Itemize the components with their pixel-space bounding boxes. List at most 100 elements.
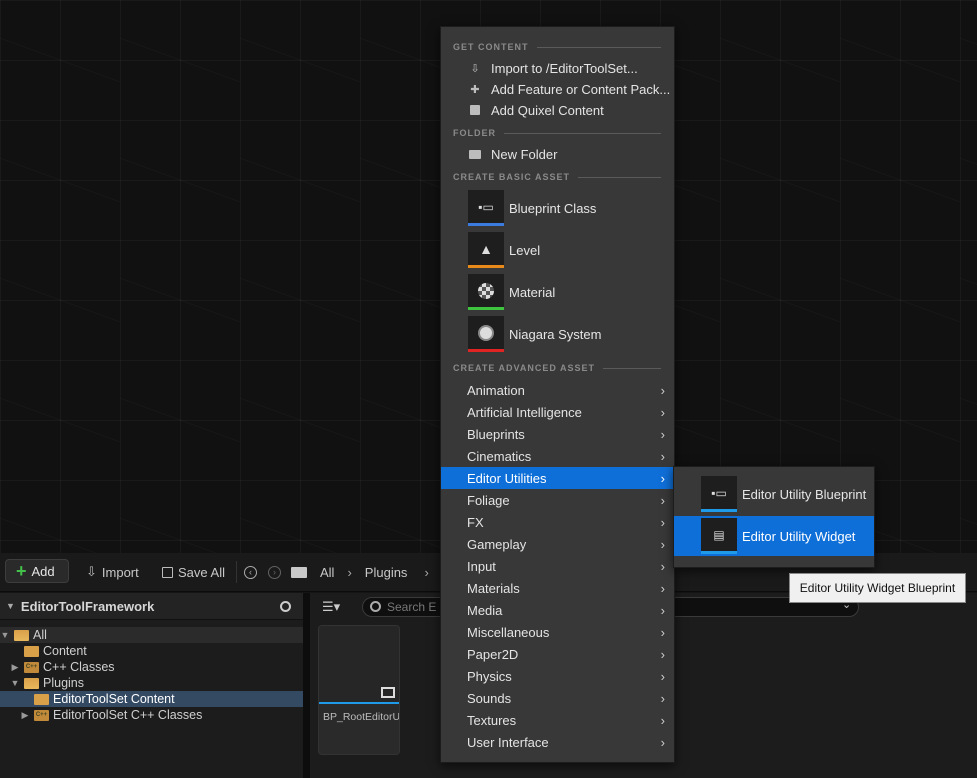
menu-item-editor-utilities[interactable]: Editor Utilities › [441,467,674,489]
save-all-button[interactable]: Save All [162,562,225,582]
menu-item-user-interface[interactable]: User Interface › [441,731,674,753]
history-back-button[interactable]: ‹ [244,562,257,582]
add-context-menu: GET CONTENT ⇩ Import to /EditorToolSet..… [440,26,675,763]
expand-arrow-icon: ▶ [11,661,19,672]
menu-item-label: Blueprint Class [509,200,597,216]
project-title: EditorToolFramework [20,598,155,614]
search-placeholder: Search E [387,600,437,614]
niagara-icon [468,316,504,352]
chevron-right-icon: › [660,536,665,552]
menu-item-add-quixel[interactable]: Add Quixel Content [441,99,674,121]
menu-item-textures[interactable]: Textures › [441,709,674,731]
asset-thumbnail [319,626,399,704]
panel-splitter[interactable] [303,593,310,778]
tree-item-label: EditorToolSet C++ Classes [53,708,203,722]
feature-pack-icon: ✚ [470,83,480,96]
menu-item-physics[interactable]: Physics › [441,665,674,687]
search-icon [370,601,381,612]
menu-item-label: New Folder [491,146,558,162]
chevron-right-icon: › [660,426,665,442]
tree-item-label: C++ Classes [43,660,115,674]
menu-item-fx[interactable]: FX › [441,511,674,533]
menu-item-foliage[interactable]: Foliage › [441,489,674,511]
menu-item-label: Level [509,242,541,258]
folder-open-icon [24,677,39,689]
menu-item-materials[interactable]: Materials › [441,577,674,599]
menu-item-animation[interactable]: Animation › [441,379,674,401]
menu-item-label: Niagara System [509,326,602,342]
tree-item-label: Content [43,644,87,658]
menu-item-cinematics[interactable]: Cinematics › [441,445,674,467]
menu-item-new-folder[interactable]: New Folder [441,143,674,165]
tooltip: Editor Utility Widget Blueprint [789,573,966,603]
menu-item-sounds[interactable]: Sounds › [441,687,674,709]
collapse-arrow-icon: ▼ [6,601,15,611]
breadcrumb: All › Plugins › [291,562,429,582]
chevron-right-icon: › [660,668,665,684]
tree-item-plugins[interactable]: ▼ Plugins [10,675,84,691]
asset-name: BP_RootEditorUtility [323,711,400,723]
import-icon: ⇩ [470,62,480,75]
menu-item-blueprint-class[interactable]: ▪▭ Blueprint Class [441,188,674,228]
menu-item-paper2d[interactable]: Paper2D › [441,643,674,665]
menu-item-label: Material [509,284,556,300]
menu-item-media[interactable]: Media › [441,599,674,621]
menu-item-import[interactable]: ⇩ Import to /EditorToolSet... [441,57,674,79]
tree-item-label: All [33,628,47,642]
breadcrumb-all[interactable]: All [320,565,334,580]
menu-item-artificial-intelligence[interactable]: Artificial Intelligence › [441,401,674,423]
menu-item-label: Editor Utility Widget [742,528,856,544]
menu-item-label: Editor Utility Blueprint [742,486,867,502]
new-folder-icon [468,147,482,161]
save-icon [162,566,173,578]
folder-icon [24,645,39,657]
search-icon[interactable] [280,601,291,612]
section-create-basic-asset: CREATE BASIC ASSET [453,172,661,182]
menu-item-blueprints[interactable]: Blueprints › [441,423,674,445]
breadcrumb-separator-icon: › [347,564,352,580]
history-forward-button[interactable]: › [268,562,281,582]
section-create-advanced-asset: CREATE ADVANCED ASSET [453,363,661,373]
material-icon [468,274,504,310]
level-icon: ▲ [468,232,504,268]
menu-item-label: Add Quixel Content [491,102,604,118]
cpp-folder-icon: C++ [34,709,49,721]
menu-item-editor-utility-widget[interactable]: ▤ Editor Utility Widget [674,516,874,556]
menu-item-label: Add Feature or Content Pack... [491,81,671,97]
tree-item-cpp-classes[interactable]: ▶ C++ C++ Classes [10,659,115,675]
filter-icon[interactable]: ☰▾ [322,599,340,615]
menu-item-material[interactable]: Material [441,272,674,312]
expand-arrow-icon: ▼ [0,630,10,640]
sources-header[interactable]: ▼ EditorToolFramework [0,593,303,620]
chevron-right-icon: › [660,470,665,486]
save-all-label: Save All [178,564,225,580]
folder-icon [291,566,307,578]
folder-icon [34,693,49,705]
breadcrumb-plugins[interactable]: Plugins [365,565,408,580]
import-button[interactable]: ⇩ Import [86,562,139,582]
asset-tile[interactable]: BP_RootEditorUtility [318,625,400,755]
menu-item-editor-utility-blueprint[interactable]: ▪▭ Editor Utility Blueprint [674,474,874,514]
folder-open-icon [14,629,29,641]
chevron-right-icon: › [660,580,665,596]
menu-item-gameplay[interactable]: Gameplay › [441,533,674,555]
tree-item-content[interactable]: Content [24,643,87,659]
add-button[interactable]: + Add [5,559,69,583]
back-arrow-icon: ‹ [244,565,257,579]
menu-item-add-feature-pack[interactable]: ✚ Add Feature or Content Pack... [441,78,674,100]
menu-item-level[interactable]: ▲ Level [441,230,674,270]
tree-item-editortoolset-cpp[interactable]: ▶ C++ EditorToolSet C++ Classes [20,707,203,723]
menu-item-input[interactable]: Input › [441,555,674,577]
menu-item-miscellaneous[interactable]: Miscellaneous › [441,621,674,643]
chevron-right-icon: › [660,602,665,618]
menu-item-niagara-system[interactable]: Niagara System [441,314,674,354]
add-label: Add [31,563,55,579]
chevron-right-icon: › [660,514,665,530]
chevron-right-icon: › [660,734,665,750]
tree-item-all[interactable]: ▼ All [0,627,303,643]
chevron-right-icon: › [660,492,665,508]
tree-item-editortoolset-content[interactable]: EditorToolSet Content [0,691,303,707]
blueprint-icon: ▪▭ [468,190,504,226]
plus-icon: + [16,561,27,581]
chevron-right-icon: › [660,624,665,640]
